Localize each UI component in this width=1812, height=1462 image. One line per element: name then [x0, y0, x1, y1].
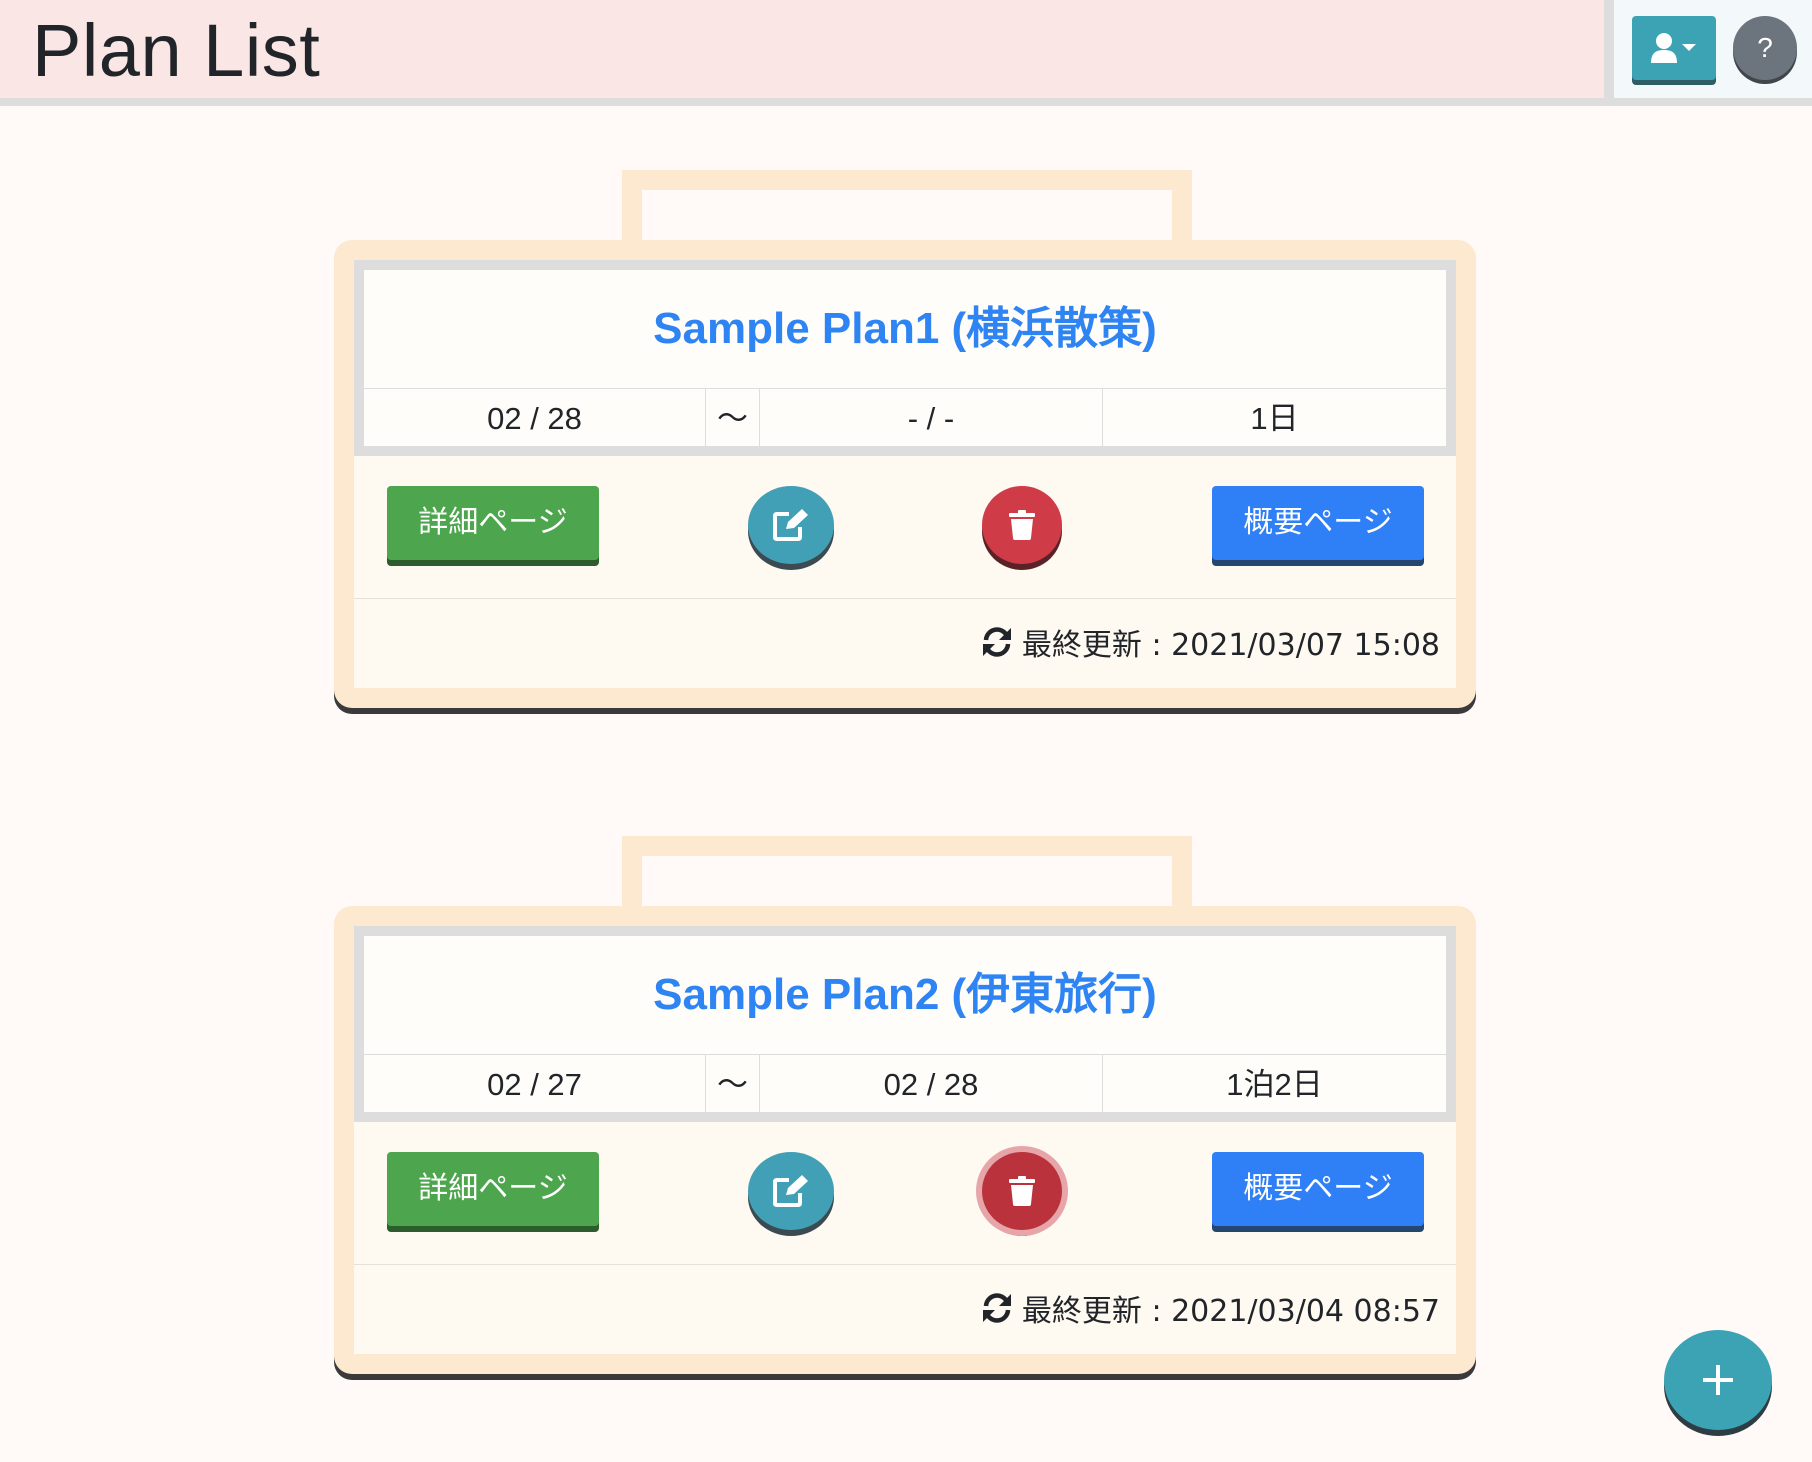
plan-title-link[interactable]: Sample Plan2 (伊東旅行)	[364, 936, 1446, 1055]
edit-button[interactable]	[748, 1152, 834, 1230]
plan-duration: 1泊2日	[1226, 1067, 1323, 1102]
plan-date-row: 02 / 27 〜 02 / 28 1泊2日	[364, 1055, 1446, 1112]
plus-icon	[1703, 1365, 1733, 1395]
plan-end-date: 02 / 28	[760, 1055, 1103, 1112]
edit-icon	[773, 1175, 808, 1207]
delete-button[interactable]	[982, 1152, 1062, 1230]
trash-icon	[1009, 1176, 1035, 1206]
plan-title-link[interactable]: Sample Plan1 (横浜散策)	[364, 270, 1446, 389]
user-icon	[1651, 33, 1677, 63]
last-updated: 最終更新 : 2021/03/07 15:08	[980, 622, 1440, 663]
last-updated-text: 最終更新 : 2021/03/07 15:08	[1021, 628, 1440, 663]
plan-card-body: Sample Plan2 (伊東旅行) 02 / 27 〜 02 / 28 1泊…	[334, 906, 1476, 1374]
detail-page-button[interactable]: 詳細ページ	[387, 1152, 599, 1226]
trash-icon	[1009, 510, 1035, 540]
delete-button[interactable]	[982, 486, 1062, 564]
plan-action-row: 詳細ページ 概要ページ	[354, 1122, 1456, 1265]
plan-info-box: Sample Plan1 (横浜散策) 02 / 28 〜 - / - 1日	[354, 260, 1456, 456]
plan-end-date: - / -	[760, 389, 1103, 446]
plan-start-date: 02 / 28	[364, 389, 706, 446]
page-title: Plan List	[32, 9, 321, 92]
plan-info-box: Sample Plan2 (伊東旅行) 02 / 27 〜 02 / 28 1泊…	[354, 926, 1456, 1122]
plan-action-row: 詳細ページ 概要ページ	[354, 456, 1456, 599]
plan-card-handle	[622, 170, 1192, 250]
app-header: Plan List	[0, 0, 1812, 106]
summary-page-button[interactable]: 概要ページ	[1212, 486, 1424, 560]
refresh-icon	[982, 1293, 1011, 1323]
detail-page-button[interactable]: 詳細ページ	[387, 486, 599, 560]
last-updated: 最終更新 : 2021/03/04 08:57	[980, 1288, 1440, 1329]
date-separator: 〜	[706, 389, 760, 446]
plan-card-handle	[622, 836, 1192, 916]
last-updated-text: 最終更新 : 2021/03/04 08:57	[1021, 1294, 1440, 1329]
caret-down-icon	[1682, 44, 1696, 51]
plan-duration: 1日	[1250, 401, 1299, 436]
plan-start-date: 02 / 27	[364, 1055, 706, 1112]
refresh-icon	[982, 627, 1011, 657]
edit-button[interactable]	[748, 486, 834, 564]
edit-icon	[773, 509, 808, 541]
summary-page-button[interactable]: 概要ページ	[1212, 1152, 1424, 1226]
plan-date-row: 02 / 28 〜 - / - 1日	[364, 389, 1446, 446]
plan-card-body: Sample Plan1 (横浜散策) 02 / 28 〜 - / - 1日 詳…	[334, 240, 1476, 708]
help-button[interactable]: ?	[1733, 16, 1797, 80]
user-menu-button[interactable]	[1632, 16, 1716, 80]
date-separator: 〜	[706, 1055, 760, 1112]
add-plan-button[interactable]	[1664, 1330, 1772, 1430]
